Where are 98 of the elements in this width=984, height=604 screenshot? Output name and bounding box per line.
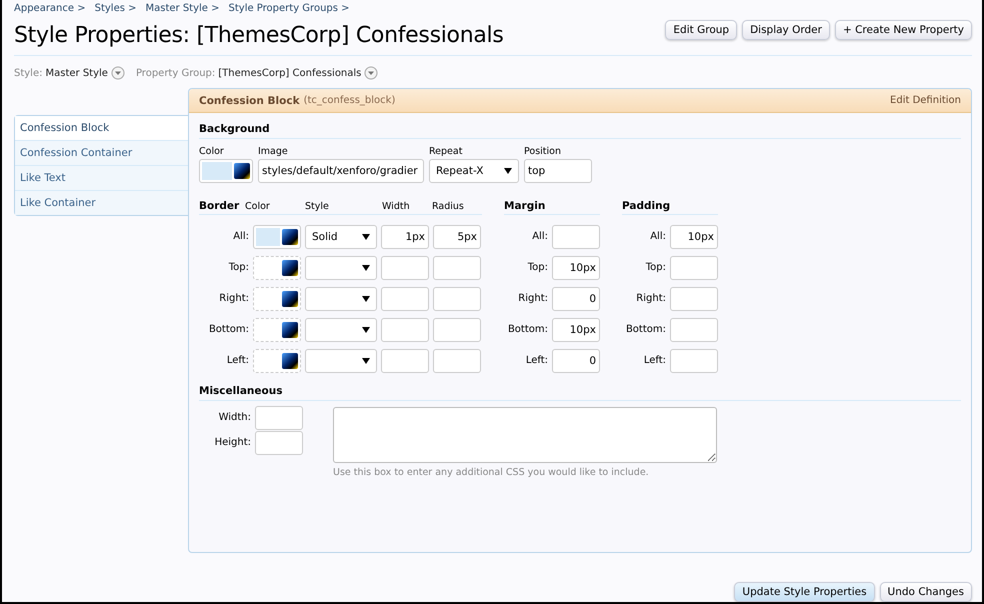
field-label: Image bbox=[258, 146, 289, 157]
filter-value[interactable]: [ThemesCorp] Confessionals bbox=[218, 68, 362, 78]
header-button[interactable]: Display Order bbox=[742, 20, 830, 40]
row-label: Top: bbox=[644, 262, 666, 273]
width-field[interactable] bbox=[381, 256, 429, 280]
width-field[interactable] bbox=[255, 406, 303, 430]
panel-title: Confession Block bbox=[199, 94, 300, 106]
row-label: Left: bbox=[226, 355, 249, 366]
column-label: Radius bbox=[432, 201, 465, 212]
submit-button[interactable]: Update Style Properties bbox=[734, 582, 875, 602]
field-label: Position bbox=[524, 146, 562, 157]
panel-code: (tc_confess_block) bbox=[304, 95, 396, 106]
row-label: Bottom: bbox=[624, 324, 666, 335]
breadcrumb-link[interactable]: Master Style > bbox=[146, 3, 220, 17]
width-field[interactable] bbox=[381, 348, 429, 372]
row-label: Right: bbox=[635, 293, 666, 304]
breadcrumb-link[interactable]: Style Property Groups > bbox=[228, 3, 350, 17]
sidebar-item[interactable]: Like Text bbox=[15, 165, 188, 190]
row-label: Right: bbox=[517, 293, 548, 304]
width-field[interactable] bbox=[381, 318, 429, 342]
breadcrumb-link[interactable]: Appearance > bbox=[14, 3, 86, 17]
margin-field[interactable]: 10px bbox=[552, 318, 600, 342]
padding-field[interactable]: 10px bbox=[670, 224, 718, 248]
radius-field[interactable] bbox=[433, 318, 481, 342]
column-label: Width bbox=[382, 201, 411, 212]
radius-field[interactable] bbox=[433, 286, 481, 310]
color-field[interactable] bbox=[253, 256, 301, 280]
margin-field[interactable]: 10px bbox=[552, 256, 600, 280]
header-button[interactable]: Edit Group bbox=[665, 20, 738, 40]
row-label: Left: bbox=[642, 355, 666, 366]
field-label: Color bbox=[199, 146, 225, 157]
row-label: Width: bbox=[218, 412, 251, 423]
margin-field[interactable] bbox=[552, 224, 600, 248]
section-heading: Background bbox=[199, 119, 961, 139]
padding-field[interactable] bbox=[670, 286, 718, 310]
width-field[interactable] bbox=[381, 286, 429, 310]
color-picker-icon[interactable] bbox=[282, 322, 298, 338]
dropdown-arrow-icon bbox=[362, 296, 370, 302]
section-heading: Miscellaneous bbox=[199, 381, 961, 401]
color-field[interactable] bbox=[199, 159, 253, 183]
position-field[interactable]: top bbox=[524, 159, 592, 183]
margin-field[interactable]: 0 bbox=[552, 286, 600, 310]
color-picker-icon[interactable] bbox=[234, 163, 250, 179]
column-label: Color bbox=[245, 201, 271, 212]
color-field[interactable] bbox=[253, 286, 301, 310]
dropdown-arrow-icon bbox=[362, 234, 370, 240]
breadcrumb-link[interactable]: Styles > bbox=[94, 3, 136, 17]
row-label: Left: bbox=[524, 355, 548, 366]
color-picker-icon[interactable] bbox=[282, 228, 298, 244]
hint-text: Use this box to enter any additional CSS you would like to include. bbox=[333, 467, 650, 478]
section-heading: Border bbox=[199, 200, 240, 212]
padding-field[interactable] bbox=[670, 348, 718, 372]
padding-field[interactable] bbox=[670, 318, 718, 342]
color-field[interactable] bbox=[253, 318, 301, 342]
dropdown-arrow-icon bbox=[362, 326, 370, 332]
dropdown-circle-icon[interactable] bbox=[110, 66, 125, 80]
image-field[interactable]: styles/default/xenforo/gradier bbox=[258, 159, 424, 183]
section-heading: Margin bbox=[504, 200, 546, 212]
color-picker-icon[interactable] bbox=[282, 352, 298, 368]
column-label: Style bbox=[305, 201, 330, 212]
row-label: Bottom: bbox=[208, 324, 249, 335]
row-label: Bottom: bbox=[506, 324, 548, 335]
color-picker-icon[interactable] bbox=[282, 260, 298, 276]
section-heading: Padding bbox=[622, 200, 670, 212]
dropdown-arrow-icon bbox=[362, 358, 370, 364]
filter-label: Property Group: bbox=[136, 68, 216, 78]
dropdown-arrow-icon bbox=[504, 168, 512, 174]
dropdown-circle-icon[interactable] bbox=[364, 66, 378, 80]
radius-field[interactable] bbox=[433, 256, 481, 280]
sidebar-item[interactable]: Confession Container bbox=[15, 140, 188, 165]
color-picker-icon[interactable] bbox=[282, 290, 298, 306]
style-select[interactable]: Solid bbox=[305, 224, 377, 248]
css-textarea[interactable] bbox=[333, 407, 717, 463]
filter-label: Style: bbox=[14, 68, 42, 78]
row-label: Height: bbox=[214, 437, 251, 448]
margin-field[interactable]: 0 bbox=[552, 348, 600, 372]
radius-field[interactable] bbox=[433, 348, 481, 372]
color-field[interactable] bbox=[253, 224, 301, 248]
width-field[interactable]: 1px bbox=[381, 224, 429, 248]
edit-definition-link[interactable]: Edit Definition bbox=[890, 95, 961, 106]
dropdown-arrow-icon bbox=[362, 264, 370, 270]
padding-field[interactable] bbox=[670, 256, 718, 280]
height-field[interactable] bbox=[255, 430, 303, 454]
reset-button[interactable]: Undo Changes bbox=[880, 582, 972, 602]
row-label: All: bbox=[649, 231, 666, 242]
header-button[interactable]: + Create New Property bbox=[834, 20, 972, 40]
filter-value[interactable]: Master Style bbox=[46, 68, 108, 78]
page-title: Style Properties: [ThemesCorp] Confessionals bbox=[14, 23, 504, 48]
row-label: All: bbox=[232, 231, 249, 242]
repeat-select[interactable]: Repeat-X bbox=[429, 159, 519, 183]
row-label: Top: bbox=[228, 262, 249, 273]
row-label: Top: bbox=[526, 262, 548, 273]
sidebar-item[interactable]: Like Container bbox=[15, 190, 188, 215]
field-label: Repeat bbox=[429, 146, 464, 157]
row-label: Right: bbox=[218, 293, 249, 304]
radius-field[interactable]: 5px bbox=[433, 224, 481, 248]
color-field[interactable] bbox=[253, 348, 301, 372]
row-label: All: bbox=[531, 231, 548, 242]
